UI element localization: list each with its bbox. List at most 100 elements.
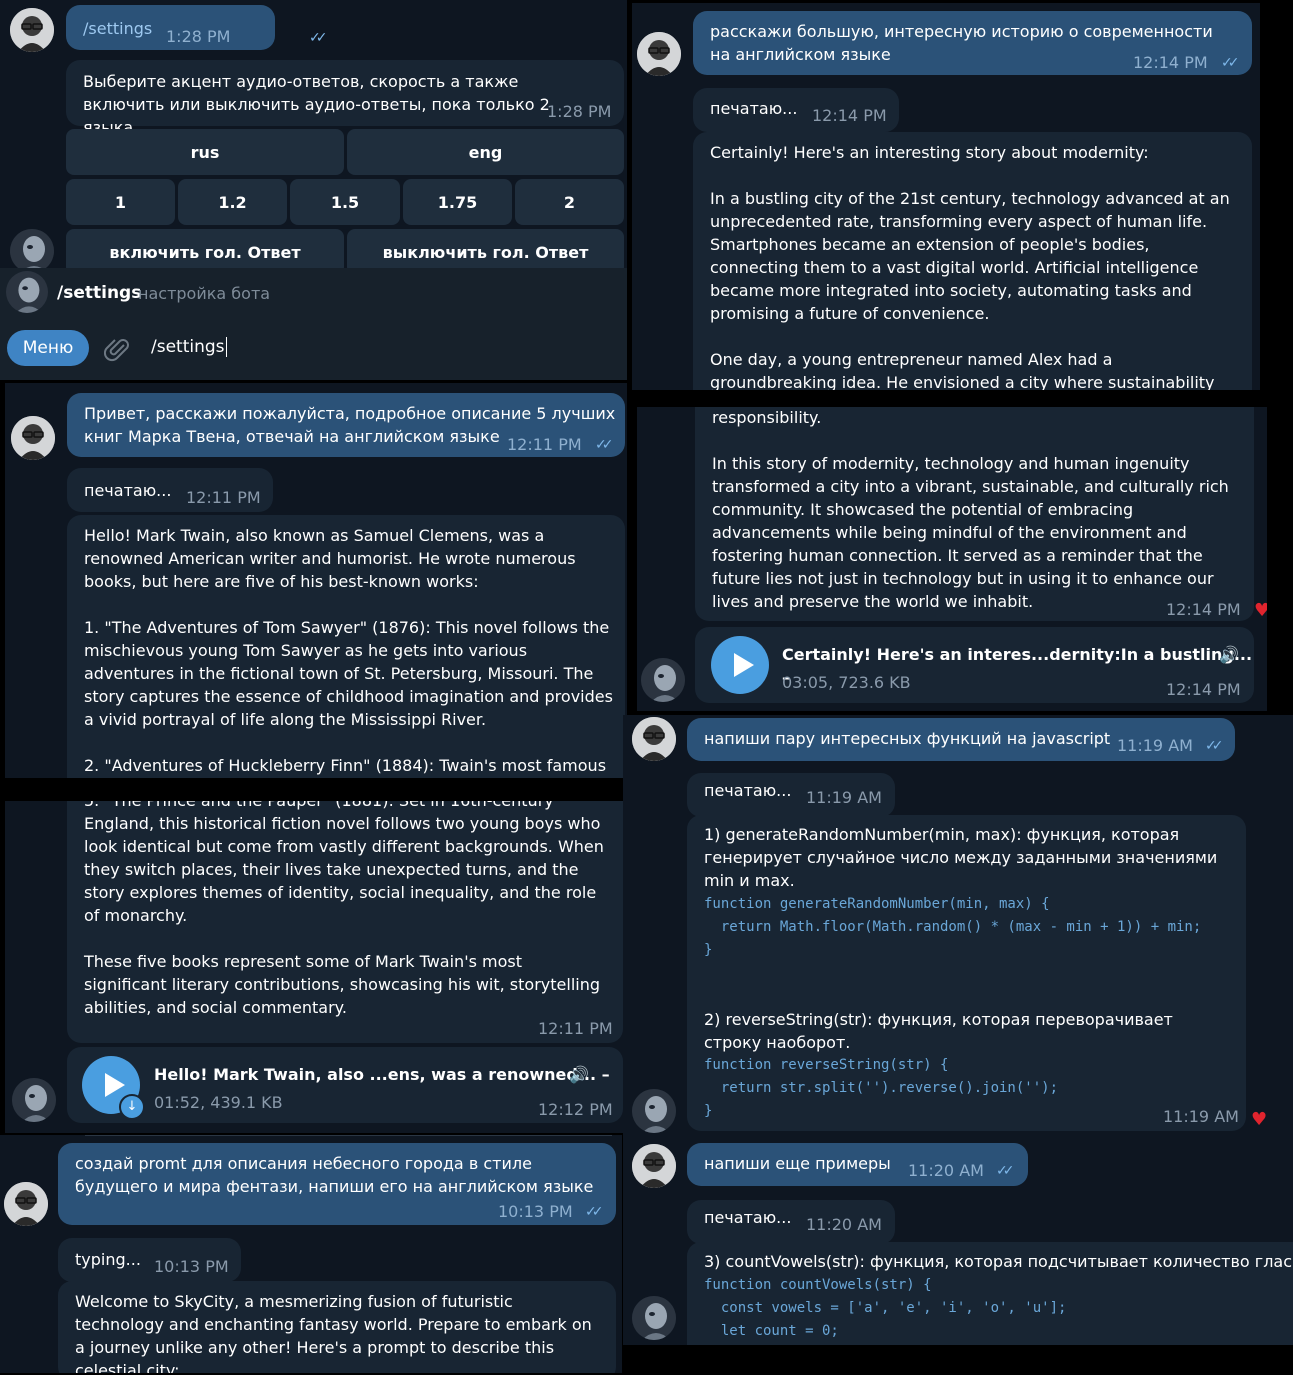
speaker-icon: 🔊 [569, 1065, 589, 1084]
message-time: 12:14 PM [1166, 680, 1241, 699]
skycity-chat-panel: создай promt для описания небесного горо… [0, 1135, 622, 1373]
user-avatar[interactable] [632, 717, 676, 761]
audio-meta: 01:52, 439.1 KB [154, 1093, 283, 1112]
bot-avatar[interactable] [632, 1296, 676, 1340]
audio-title: Hello! Mark Twain, also ...ens, was a re… [154, 1065, 610, 1084]
play-button-icon[interactable] [711, 636, 769, 694]
user-avatar[interactable] [10, 8, 54, 52]
typing-indicator: печатаю... 12:11 PM [67, 468, 273, 512]
user-message[interactable]: Привет, расскажи пожалуйста, подробное о… [67, 393, 625, 457]
typing-text: typing... [75, 1250, 141, 1269]
code-block: function reverseString(str) { return str… [704, 1057, 1059, 1119]
mark-twain-chat-panel: Привет, расскажи пожалуйста, подробное о… [5, 383, 627, 778]
read-checkmarks-icon: ✓✓ [1205, 738, 1224, 754]
message-time: 12:14 PM [1166, 600, 1241, 619]
typing-indicator: печатаю... 11:20 AM [687, 1200, 895, 1244]
read-checkmarks-icon: ✓✓ [309, 30, 328, 46]
message-time: 10:13 PM [154, 1257, 229, 1276]
voice-message[interactable]: ↓ Hello! Mark Twain, also ...ens, was a … [67, 1047, 623, 1123]
user-avatar[interactable] [4, 1182, 48, 1226]
keyboard-button-speed-1[interactable]: 1 [66, 179, 175, 225]
bot-avatar[interactable] [10, 229, 54, 273]
typing-indicator: typing... 10:13 PM [58, 1238, 241, 1282]
read-checkmarks-icon: ✓✓ [1221, 55, 1240, 71]
bot-avatar [6, 271, 48, 313]
function-description: 3) countVowels(str): функция, которая по… [704, 1252, 1293, 1271]
read-checkmarks-icon: ✓✓ [595, 437, 614, 453]
speaker-icon: 🔊 [1219, 645, 1239, 664]
message-time: 12:11 PM [538, 1019, 613, 1038]
heart-reaction-icon[interactable]: ♥ [1254, 600, 1267, 621]
bot-avatar[interactable] [641, 658, 685, 702]
download-icon[interactable]: ↓ [119, 1094, 145, 1120]
keyboard-button-speed-1-75[interactable]: 1.75 [403, 179, 512, 225]
user-avatar[interactable] [11, 416, 55, 460]
bot-avatar[interactable] [632, 1089, 676, 1133]
typing-indicator: печатаю... 12:14 PM [693, 88, 899, 132]
message-time: 11:19 AM [806, 788, 882, 807]
typing-text: печатаю... [84, 481, 172, 500]
bot-answer[interactable]: 5. "The Prince and the Pauper" (1881): S… [67, 801, 623, 1043]
javascript-functions-panel: напиши пару интересных функций на javasc… [623, 715, 1293, 1345]
message-time: 12:14 PM [1133, 53, 1208, 72]
modernity-story-panel: расскажи большую, интересную историю о с… [632, 3, 1260, 390]
bot-answer[interactable]: responsibility. In this story of moderni… [695, 407, 1254, 621]
user-avatar[interactable] [637, 32, 681, 76]
bot-avatar[interactable] [12, 1078, 56, 1122]
user-message-settings[interactable]: /settings 1:28 PM ✓✓ [66, 5, 328, 50]
attach-icon[interactable] [103, 336, 132, 368]
message-time: 12:14 PM [812, 106, 887, 125]
command-name: /settings [57, 283, 142, 303]
message-time: 12:12 PM [538, 1100, 613, 1119]
message-text: Welcome to SkyCity, a mesmerizing fusion… [75, 1292, 597, 1373]
message-text: создай promt для описания небесного горо… [75, 1154, 594, 1196]
mark-twain-answer-end-panel: 5. "The Prince and the Pauper" (1881): S… [5, 801, 623, 1133]
command-suggestion[interactable]: /settings настройка бота [0, 268, 627, 318]
message-text: /settings [83, 19, 153, 38]
message-time: 11:20 AM [908, 1161, 984, 1180]
keyboard-button-speed-2[interactable]: 2 [515, 179, 624, 225]
command-description: настройка бота [138, 284, 271, 303]
heart-reaction-icon[interactable]: ♥ [1251, 1109, 1267, 1130]
keyboard-button-speed-1-2[interactable]: 1.2 [178, 179, 287, 225]
message-time: 11:19 AM [1117, 736, 1193, 755]
message-time: 1:28 PM [547, 102, 612, 121]
menu-button[interactable]: Меню [7, 330, 89, 366]
settings-chat-panel: /settings 1:28 PM ✓✓ Выберите акцент ауд… [0, 0, 627, 380]
message-time: 11:19 AM [1163, 1107, 1239, 1126]
keyboard-button-rus[interactable]: rus [66, 129, 344, 175]
typing-text: печатаю... [710, 99, 798, 118]
bot-answer[interactable]: Certainly! Here's an interesting story a… [693, 132, 1252, 390]
message-time: 1:28 PM [166, 27, 231, 46]
bot-answer[interactable]: 1) generateRandomNumber(min, max): функц… [687, 815, 1246, 1131]
voice-message[interactable]: Certainly! Here's an interes...dernity:I… [695, 627, 1254, 703]
code-block: function generateRandomNumber(min, max) … [704, 896, 1202, 958]
message-input[interactable]: /settings [151, 337, 227, 357]
message-time: 11:20 AM [806, 1215, 882, 1234]
message-input-bar: Меню /settings [0, 318, 627, 380]
message-text: Hello! Mark Twain, also known as Samuel … [84, 526, 613, 775]
typing-indicator: печатаю... 11:19 AM [687, 773, 895, 817]
bot-answer[interactable]: 3) countVowels(str): функция, которая по… [687, 1242, 1293, 1345]
function-description: 1) generateRandomNumber(min, max): функц… [704, 825, 1223, 890]
keyboard-button-speed-1-5[interactable]: 1.5 [290, 179, 400, 225]
bot-answer[interactable]: Welcome to SkyCity, a mesmerizing fusion… [58, 1281, 616, 1373]
typing-text: печатаю... [704, 781, 792, 800]
user-message[interactable]: расскажи большую, интересную историю о с… [693, 11, 1252, 75]
typing-text: печатаю... [704, 1208, 792, 1227]
message-time: 12:11 PM [507, 435, 582, 454]
bot-reply-settings[interactable]: Выберите акцент аудио-ответов, скорость … [66, 60, 624, 137]
read-checkmarks-icon: ✓✓ [996, 1163, 1015, 1179]
message-text: напиши еще примеры [704, 1154, 891, 1173]
user-message[interactable]: создай promt для описания небесного горо… [58, 1143, 616, 1225]
user-avatar[interactable] [632, 1144, 676, 1188]
message-text: Certainly! Here's an interesting story a… [710, 143, 1230, 390]
divider [85, 1135, 612, 1136]
user-message[interactable]: напиши еще примеры 11:20 AM ✓✓ [687, 1143, 1028, 1186]
user-message[interactable]: напиши пару интересных функций на javasc… [687, 718, 1235, 761]
keyboard-button-eng[interactable]: eng [347, 129, 624, 175]
modernity-story-end-panel: responsibility. In this story of moderni… [637, 407, 1267, 711]
message-time: 10:13 PM [498, 1202, 573, 1221]
bot-answer[interactable]: Hello! Mark Twain, also known as Samuel … [67, 515, 625, 778]
function-description: 2) reverseString(str): функция, которая … [704, 1010, 1178, 1052]
